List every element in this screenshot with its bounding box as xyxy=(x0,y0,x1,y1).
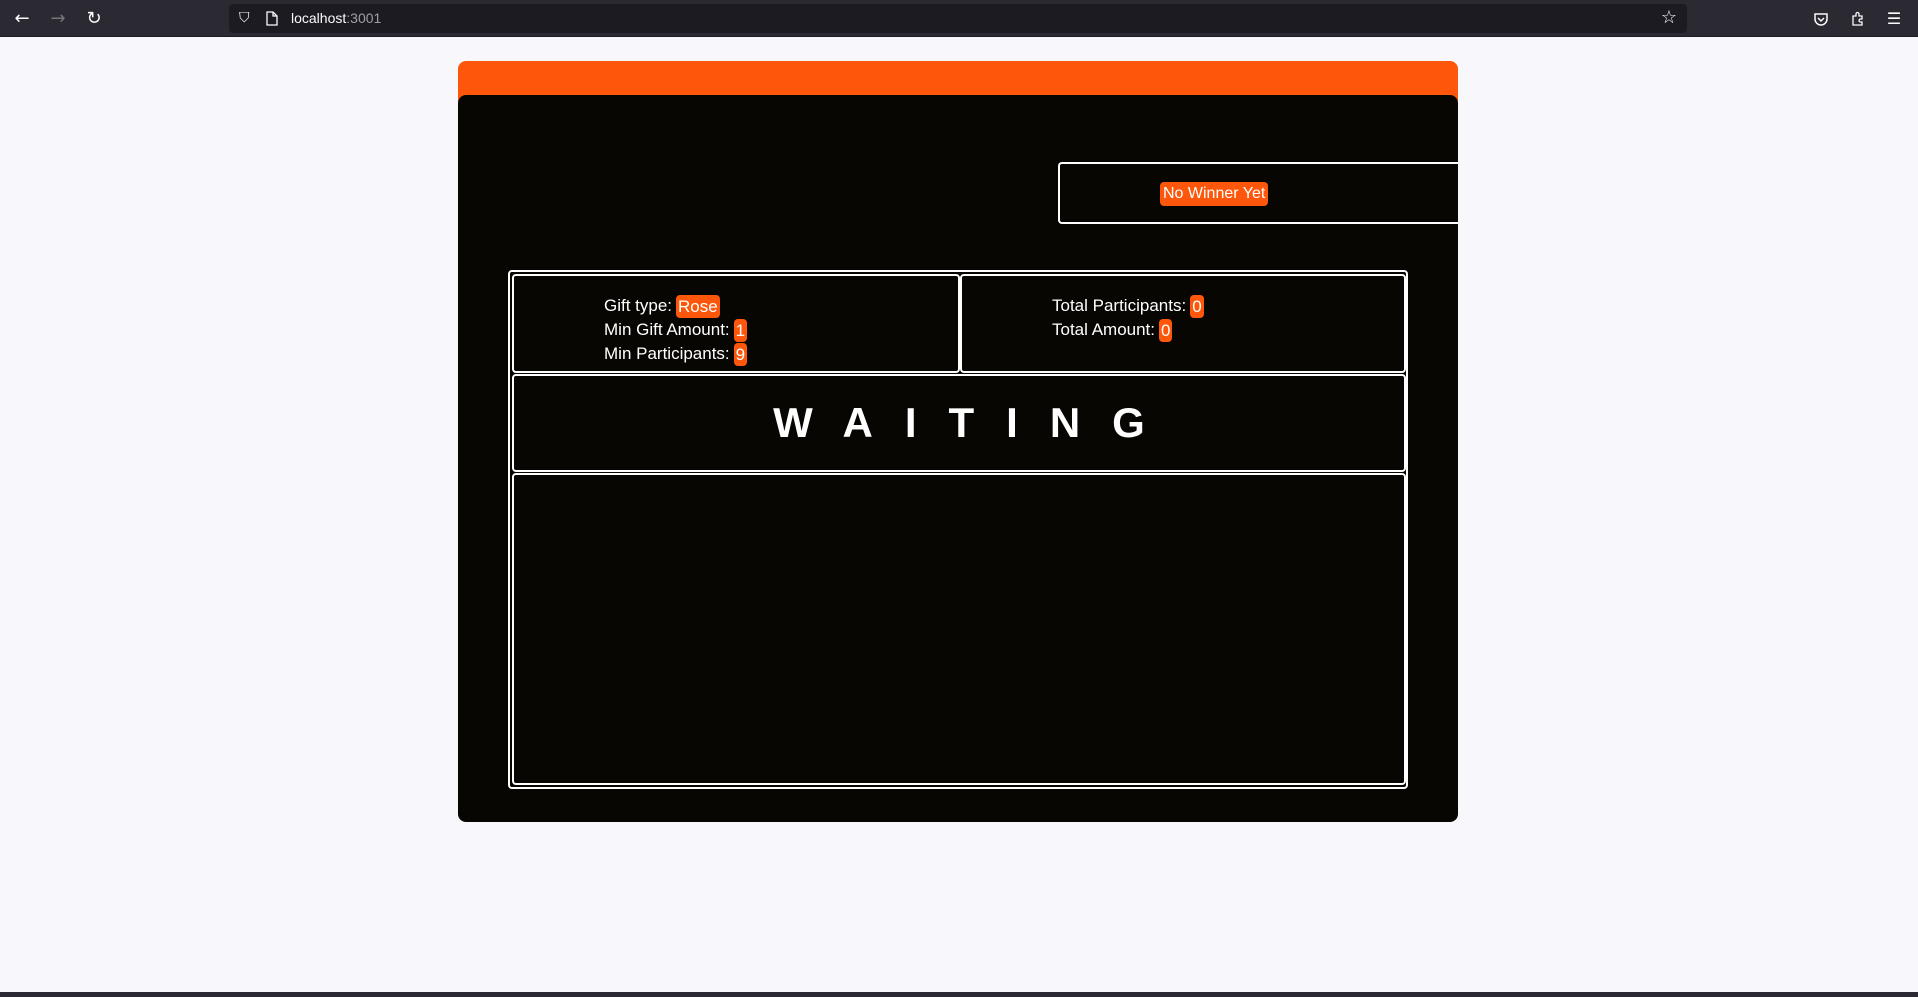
page-viewport: No Winner Yet Gift type: Rose Min Gift A… xyxy=(0,38,1918,992)
total-amount-label: Total Amount: xyxy=(1052,320,1156,339)
min-gift-label: Min Gift Amount: xyxy=(604,320,730,339)
pocket-icon[interactable] xyxy=(1803,0,1839,37)
total-participants-badge: 0 xyxy=(1190,294,1204,318)
stats-list: Total Participants: 0 Total Amount: 0 xyxy=(1052,294,1204,342)
browser-toolbar: ← → ↻ ⛉ localhost:3001 ☆ ☰ xyxy=(0,0,1918,37)
winner-panel: No Winner Yet xyxy=(1058,162,1458,224)
gift-type-badge: Rose xyxy=(676,294,720,318)
total-amount-row: Total Amount: 0 xyxy=(1052,318,1204,342)
min-participants-row: Min Participants: 9 xyxy=(604,342,748,366)
min-gift-badge: 1 xyxy=(733,318,748,342)
participants-area xyxy=(512,473,1406,785)
giveaway-card: No Winner Yet Gift type: Rose Min Gift A… xyxy=(458,95,1458,822)
total-participants-label: Total Participants: xyxy=(1052,296,1187,315)
arrow-left-icon[interactable]: ← xyxy=(4,0,40,37)
min-gift-row: Min Gift Amount: 1 xyxy=(604,318,748,342)
hamburger-menu-icon[interactable]: ☰ xyxy=(1876,0,1912,37)
puzzle-icon[interactable] xyxy=(1840,0,1876,37)
status-panel: WAITING xyxy=(512,374,1406,472)
stats-panel: Total Participants: 0 Total Amount: 0 xyxy=(960,274,1406,373)
window-bottom-edge xyxy=(0,992,1918,997)
settings-panel: Gift type: Rose Min Gift Amount: 1 Min P… xyxy=(512,274,960,373)
giveaway-grid: Gift type: Rose Min Gift Amount: 1 Min P… xyxy=(508,270,1408,789)
min-participants-badge: 9 xyxy=(733,342,748,366)
min-participants-label: Min Participants: xyxy=(604,344,730,363)
gift-type-label: Gift type: xyxy=(604,296,673,315)
status-text: WAITING xyxy=(773,399,1177,446)
winner-badge: No Winner Yet xyxy=(1160,182,1269,206)
shield-icon[interactable]: ⛉ xyxy=(239,10,255,26)
url-text[interactable]: localhost:3001 xyxy=(291,10,381,26)
arrow-right-icon[interactable]: → xyxy=(40,0,76,37)
page-icon xyxy=(266,11,280,27)
url-port: :3001 xyxy=(346,10,382,26)
star-icon[interactable]: ☆ xyxy=(1661,7,1677,28)
reload-icon[interactable]: ↻ xyxy=(76,0,112,37)
total-participants-row: Total Participants: 0 xyxy=(1052,294,1204,318)
total-amount-badge: 0 xyxy=(1159,318,1173,342)
url-host: localhost xyxy=(291,10,347,26)
url-bar[interactable]: ⛉ localhost:3001 ☆ xyxy=(229,4,1687,33)
settings-list: Gift type: Rose Min Gift Amount: 1 Min P… xyxy=(604,294,748,366)
gift-type-row: Gift type: Rose xyxy=(604,294,747,318)
